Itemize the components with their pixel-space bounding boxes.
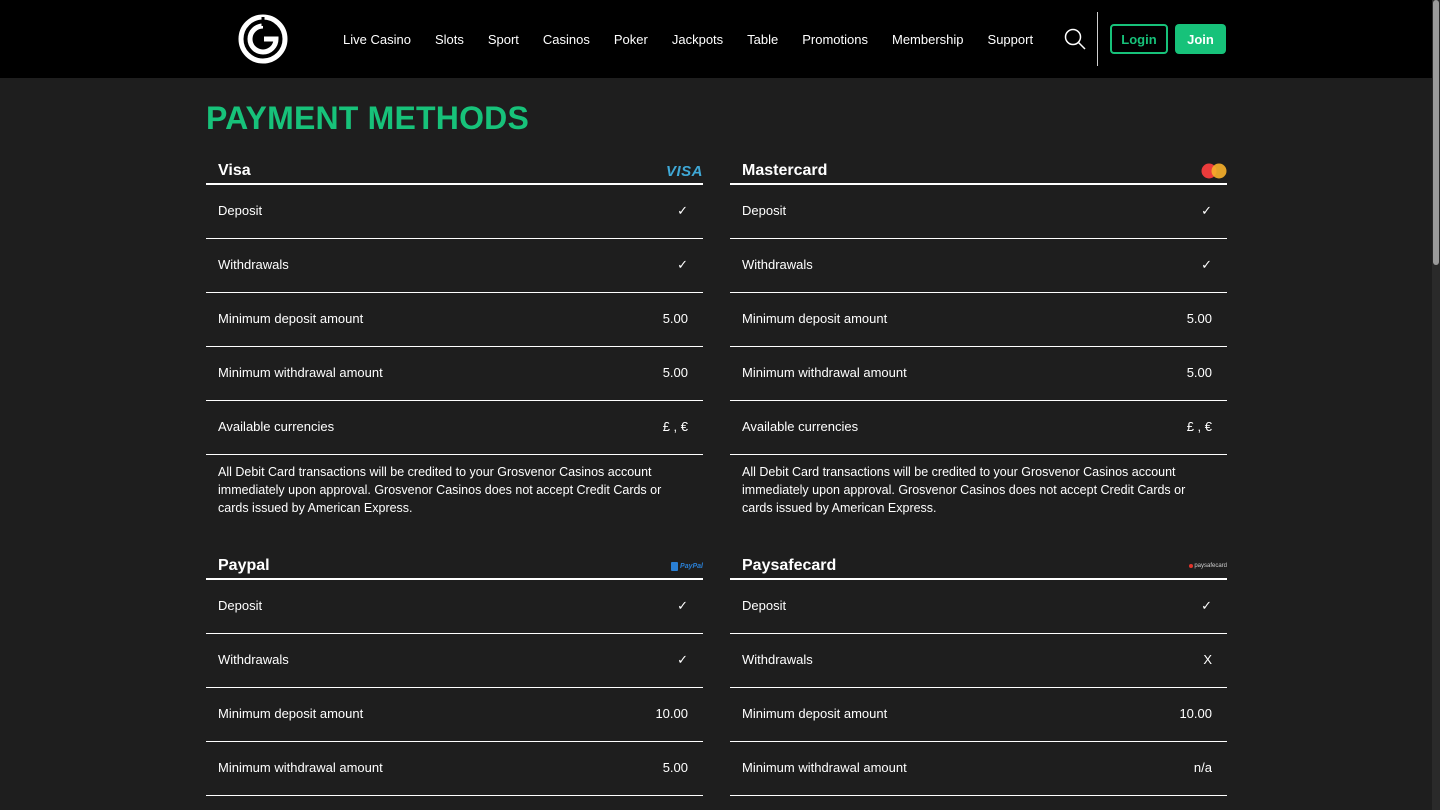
- paypal-logo-text: PayPal: [680, 562, 703, 570]
- row-value: 5.00: [662, 311, 688, 326]
- card-note: All Debit Card transactions will be cred…: [742, 465, 1186, 515]
- nav-support[interactable]: Support: [988, 32, 1034, 47]
- table-row: Minimum withdrawal amount n/a: [730, 742, 1227, 796]
- search-icon[interactable]: [1064, 28, 1086, 50]
- row-label: Withdrawals: [742, 652, 813, 667]
- table-row: Minimum deposit amount 5.00: [730, 293, 1227, 347]
- row-label: Available currencies: [742, 419, 859, 434]
- card-header: Paypal PayPal: [206, 556, 703, 580]
- row-label: Minimum deposit amount: [742, 706, 888, 721]
- payment-card-paypal: Paypal PayPal Deposit ✓ Withdrawals ✓ Mi…: [206, 556, 703, 796]
- row-value: 5.00: [1186, 365, 1212, 380]
- row-value: ✓: [1201, 257, 1212, 272]
- row-label: Minimum withdrawal amount: [218, 760, 383, 775]
- row-value: ✓: [1201, 203, 1212, 218]
- row-value: 10.00: [655, 706, 688, 721]
- table-row: Minimum withdrawal amount 5.00: [206, 742, 703, 796]
- nav-slots[interactable]: Slots: [435, 32, 464, 47]
- row-label: Deposit: [742, 203, 787, 218]
- row-value: £ , €: [1186, 419, 1212, 434]
- table-row: Deposit ✓: [206, 185, 703, 239]
- scrollbar-thumb[interactable]: [1433, 0, 1439, 265]
- paypal-p-icon: [671, 561, 679, 571]
- row-value: ✓: [677, 257, 688, 272]
- table-row: Minimum deposit amount 10.00: [206, 688, 703, 742]
- mastercard-logo-icon: [1201, 162, 1227, 180]
- row-label: Minimum deposit amount: [742, 311, 888, 326]
- card-title: Visa: [218, 162, 251, 179]
- table-row: Minimum withdrawal amount 5.00: [206, 347, 703, 401]
- grosvenor-logo-icon[interactable]: [238, 14, 288, 64]
- card-header: Paysafecard paysafecard: [730, 556, 1227, 580]
- table-row: Withdrawals X: [730, 634, 1227, 688]
- nav-table[interactable]: Table: [747, 32, 778, 47]
- table-row: Withdrawals ✓: [206, 634, 703, 688]
- table-row: Minimum withdrawal amount 5.00: [730, 347, 1227, 401]
- row-value: ✓: [677, 203, 688, 218]
- row-label: Available currencies: [218, 419, 335, 434]
- table-row: Available currencies £ , €: [206, 401, 703, 455]
- paysafecard-logo-icon: paysafecard: [1189, 557, 1227, 575]
- mastercard-circles-icon: [1201, 163, 1227, 179]
- payment-card-paysafecard: Paysafecard paysafecard Deposit ✓ Withdr…: [730, 556, 1227, 796]
- row-label: Minimum deposit amount: [218, 311, 364, 326]
- payment-card-mastercard: Mastercard Deposit ✓ Withdrawals ✓ Minim…: [730, 161, 1227, 517]
- row-value: 5.00: [1186, 311, 1212, 326]
- table-row: Deposit ✓: [206, 580, 703, 634]
- row-value: 10.00: [1179, 706, 1212, 721]
- table-row: Withdrawals ✓: [730, 239, 1227, 293]
- payment-card-visa: Visa VISA Deposit ✓ Withdrawals ✓ Minimu…: [206, 161, 703, 517]
- table-row: Deposit ✓: [730, 185, 1227, 239]
- header-divider: [1097, 12, 1098, 66]
- card-header: Visa VISA: [206, 161, 703, 185]
- paysafecard-logo-text: paysafecard: [1194, 563, 1227, 569]
- join-button[interactable]: Join: [1175, 24, 1226, 54]
- paypal-logo-icon: PayPal: [671, 557, 703, 575]
- row-label: Deposit: [218, 598, 263, 613]
- row-label: Withdrawals: [742, 257, 813, 272]
- nav-jackpots[interactable]: Jackpots: [672, 32, 723, 47]
- login-button[interactable]: Login: [1110, 24, 1168, 54]
- row-label: Withdrawals: [218, 652, 289, 667]
- card-title: Paysafecard: [742, 557, 837, 574]
- site-header: Live Casino Slots Sport Casinos Poker Ja…: [0, 0, 1432, 78]
- visa-logo-icon: VISA: [666, 162, 703, 180]
- row-label: Deposit: [218, 203, 263, 218]
- row-value: 5.00: [662, 365, 688, 380]
- card-title: Paypal: [218, 557, 270, 574]
- row-label: Deposit: [742, 598, 787, 613]
- row-value: ✓: [677, 652, 688, 667]
- main-nav: Live Casino Slots Sport Casinos Poker Ja…: [343, 0, 1057, 78]
- row-value: 5.00: [662, 760, 688, 775]
- row-label: Minimum withdrawal amount: [742, 760, 907, 775]
- row-value: n/a: [1193, 760, 1212, 775]
- nav-casinos[interactable]: Casinos: [543, 32, 590, 47]
- nav-sport[interactable]: Sport: [488, 32, 519, 47]
- row-label: Minimum withdrawal amount: [742, 365, 907, 380]
- table-row: Withdrawals ✓: [206, 239, 703, 293]
- paysafecard-dot-icon: [1189, 564, 1194, 568]
- row-value: ✓: [677, 598, 688, 613]
- row-value: ✓: [1201, 598, 1212, 613]
- nav-live-casino[interactable]: Live Casino: [343, 32, 411, 47]
- visa-logo-text: VISA: [665, 162, 703, 180]
- nav-membership[interactable]: Membership: [892, 32, 964, 47]
- nav-promotions[interactable]: Promotions: [802, 32, 868, 47]
- table-row: Deposit ✓: [730, 580, 1227, 634]
- row-value: X: [1203, 652, 1212, 667]
- row-label: Minimum withdrawal amount: [218, 365, 383, 380]
- table-row: Minimum deposit amount 5.00: [206, 293, 703, 347]
- card-title: Mastercard: [742, 162, 828, 179]
- table-row: Available currencies £ , €: [730, 401, 1227, 455]
- table-row: Minimum deposit amount 10.00: [730, 688, 1227, 742]
- row-value: £ , €: [662, 419, 688, 434]
- nav-poker[interactable]: Poker: [614, 32, 648, 47]
- card-note: All Debit Card transactions will be cred…: [218, 465, 662, 515]
- page-title: PAYMENT METHODS: [206, 100, 530, 136]
- card-header: Mastercard: [730, 161, 1227, 185]
- row-label: Minimum deposit amount: [218, 706, 364, 721]
- row-label: Withdrawals: [218, 257, 289, 272]
